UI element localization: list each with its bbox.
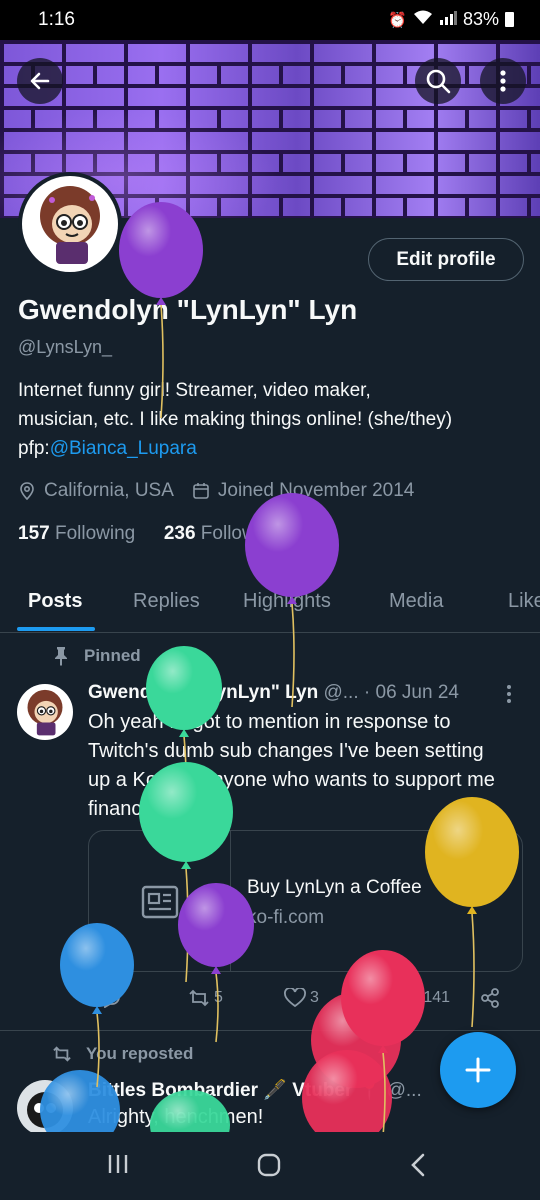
home-button[interactable]	[256, 1152, 282, 1183]
following-link[interactable]: 157 Following	[18, 523, 135, 544]
edit-profile-button[interactable]: Edit profile	[368, 238, 524, 281]
tweet-author-name[interactable]: Gwendolyn "LynLyn" Lyn	[88, 682, 318, 703]
recent-apps-button[interactable]	[106, 1152, 130, 1181]
profile-name: Gwendolyn "LynLyn" Lyn	[18, 294, 358, 325]
profile-meta: California, USA Joined November 2014	[18, 480, 414, 502]
pinned-label: Pinned	[84, 646, 141, 665]
profile-tabs: Posts Replies Highlights Media Likes	[0, 578, 540, 633]
avatar-illustration	[40, 186, 100, 264]
tweet-text: Oh yeah forgot to mention in response to…	[88, 711, 495, 820]
search-icon	[426, 69, 451, 94]
card-title: Buy LynLyn a Coffee	[247, 877, 422, 898]
follow-stats: 157 Following 236 Followers	[18, 523, 282, 545]
tweet-avatar[interactable]	[17, 1080, 73, 1136]
tweet-author-handle: @...	[323, 682, 359, 703]
profile-bio: Internet funny girl! Streamer, video mak…	[18, 376, 528, 463]
alarm-icon: ⏰	[388, 11, 407, 29]
repost-icon	[189, 989, 209, 1007]
link-card[interactable]: Buy LynLyn a Coffee ko-fi.com	[88, 830, 523, 972]
card-thumbnail	[89, 831, 231, 971]
tweet-header: Bittles Bombardier 🖋️ Vtuber 📍 @...	[88, 1078, 422, 1102]
recent-apps-icon	[108, 1155, 128, 1173]
repost-label: You reposted	[86, 1044, 194, 1063]
arrow-left-icon	[30, 72, 50, 90]
tab-highlights[interactable]: Highlights	[243, 590, 331, 613]
profile-joined: Joined November 2014	[217, 480, 415, 501]
pinned-indicator: Pinned	[52, 646, 141, 666]
tweet-author-handle: @...	[386, 1080, 422, 1101]
tab-posts[interactable]: Posts	[28, 590, 82, 613]
system-nav-bar	[0, 1132, 540, 1200]
home-icon	[257, 1153, 281, 1177]
location-icon	[20, 482, 34, 500]
reply-icon	[100, 989, 120, 1008]
compose-tweet-button[interactable]	[440, 1032, 516, 1108]
tweet-header: Gwendolyn "LynLyn" Lyn @... · 06 Jun 24	[88, 682, 459, 704]
following-label: Following	[54, 523, 136, 544]
like-count: 3	[310, 989, 319, 1006]
back-button[interactable]	[17, 58, 63, 104]
battery-icon	[505, 12, 514, 27]
view-count: 1,141	[410, 989, 451, 1006]
wifi-icon	[413, 10, 433, 29]
bio-line: pfp:@Bianca_Lupara	[18, 434, 528, 463]
repost-count: 5	[214, 989, 223, 1006]
profile-handle: @LynsLyn_	[18, 337, 112, 357]
repost-indicator: You reposted	[52, 1044, 193, 1064]
active-tab-indicator	[17, 627, 95, 631]
avatar-illustration	[27, 1092, 63, 1128]
like-button[interactable]: 3	[284, 988, 319, 1008]
profile-avatar[interactable]	[18, 172, 122, 276]
tab-media[interactable]: Media	[389, 590, 443, 613]
pin-icon	[55, 647, 67, 666]
more-vertical-icon	[500, 70, 506, 92]
tweet-date: · 06 Jun 24	[363, 682, 459, 703]
tweet-author-name[interactable]: Bittles Bombardier 🖋️ Vtuber 📍	[88, 1080, 381, 1101]
chevron-left-icon	[411, 1153, 425, 1177]
article-icon	[141, 885, 178, 919]
tweet-avatar[interactable]	[17, 684, 73, 740]
tab-replies[interactable]: Replies	[133, 590, 200, 613]
followers-count: 236	[163, 523, 196, 544]
more-vertical-icon	[507, 685, 511, 703]
avatar-illustration	[27, 689, 63, 736]
share-button[interactable]	[480, 988, 500, 1008]
battery-percent: 83%	[462, 9, 499, 29]
tweet-text: Alrighty, henchmen!	[88, 1106, 264, 1128]
share-icon	[481, 988, 499, 1008]
tweet-actions: 5 3 1,141	[88, 988, 508, 1014]
signal-icon	[439, 10, 457, 29]
views-button[interactable]: 1,141	[384, 988, 450, 1008]
status-bar: 1:16 ⏰ 83%	[0, 0, 540, 40]
tab-likes[interactable]: Likes	[508, 590, 540, 613]
bio-line: Internet funny girl! Streamer, video mak…	[18, 380, 371, 401]
bio-pfp-prefix: pfp:	[18, 438, 50, 459]
bio-mention-link[interactable]: @Bianca_Lupara	[50, 438, 197, 459]
views-icon	[386, 991, 406, 1006]
search-button[interactable]	[415, 58, 461, 104]
repost-button[interactable]: 5	[188, 988, 223, 1008]
reply-button[interactable]	[98, 988, 120, 1008]
more-options-button[interactable]	[480, 58, 526, 104]
repost-icon	[53, 1046, 71, 1062]
followers-label: Followers	[200, 523, 283, 544]
status-icons: ⏰ 83%	[388, 9, 514, 30]
tweet-more-button[interactable]	[506, 684, 512, 710]
profile-location: California, USA	[44, 480, 174, 501]
plus-icon	[465, 1057, 491, 1083]
bio-line: musician, etc. I like making things onli…	[18, 409, 453, 430]
tweet-divider	[0, 1030, 540, 1031]
back-nav-button[interactable]	[408, 1152, 428, 1183]
status-time: 1:16	[38, 9, 75, 30]
followers-link[interactable]: 236 Followers	[164, 523, 282, 544]
following-count: 157	[18, 523, 50, 544]
card-domain: ko-fi.com	[247, 907, 325, 928]
heart-icon	[284, 988, 306, 1008]
calendar-icon	[193, 483, 209, 499]
balloon	[341, 950, 425, 1132]
